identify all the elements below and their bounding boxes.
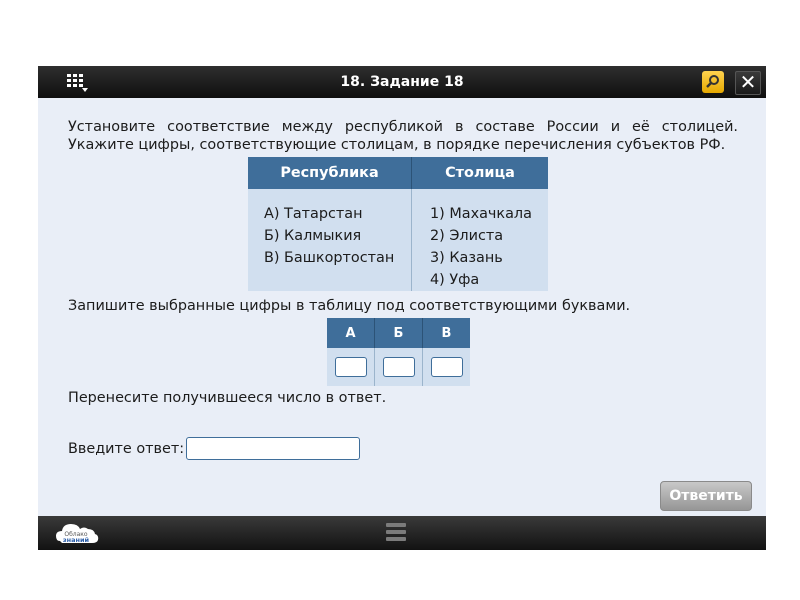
oblako-znaniy-logo: Облако знаний [54,519,100,547]
match-header-republic: Республика [248,157,412,189]
grid-cell-v [422,348,470,386]
grid-letter-v: В [422,318,470,348]
svg-text:знаний: знаний [63,536,90,544]
republics-cell: А) Татарстан Б) Калмыкия В) Башкортостан [248,189,412,291]
republic-item: А) Татарстан [264,206,363,222]
hamburger-icon[interactable] [386,523,406,543]
republic-item: Б) Калмыкия [264,228,362,244]
capital-item: 4) Уфа [430,272,480,288]
instruction-transfer: Перенесите получившееся число в ответ. [68,390,387,406]
grid-cell-a [327,348,375,386]
capital-item: 2) Элиста [430,228,504,244]
grid-menu-icon[interactable] [64,70,90,94]
footer-bar: Облако знаний [38,516,766,550]
magnifier-icon[interactable] [702,71,724,93]
capital-item: 3) Казань [430,250,503,266]
capitals-cell: 1) Махачкала 2) Элиста 3) Казань 4) Уфа [411,189,548,291]
task-text: Установите соответствие между республико… [68,119,738,153]
answer-grid: А Б В [327,318,470,386]
capital-item: 1) Махачкала [430,206,532,222]
grid-input-b[interactable] [382,357,415,377]
grid-input-v[interactable] [430,357,463,377]
page-title: 18. Задание 18 [340,74,464,90]
close-icon[interactable]: ✕ [735,71,761,95]
answer-label: Введите ответ: [68,441,185,457]
match-header-capital: Столица [411,157,548,189]
instruction-fill-grid: Запишите выбранные цифры в таблицу под с… [68,298,631,314]
answer-input[interactable] [186,437,360,460]
match-table: Республика Столица А) Татарстан Б) Калмы… [248,157,548,291]
grid-cell-b [374,348,423,386]
submit-button[interactable]: Ответить [660,481,752,511]
grid-letter-a: А [327,318,375,348]
grid-input-a[interactable] [334,357,367,377]
app-window: 18. Задание 18 ✕ Установите соответствие… [38,66,766,550]
republic-item: В) Башкортостан [264,250,395,266]
header-bar: 18. Задание 18 ✕ [38,66,766,98]
task-content: Установите соответствие между республико… [68,118,738,460]
grid-letter-b: Б [374,318,423,348]
